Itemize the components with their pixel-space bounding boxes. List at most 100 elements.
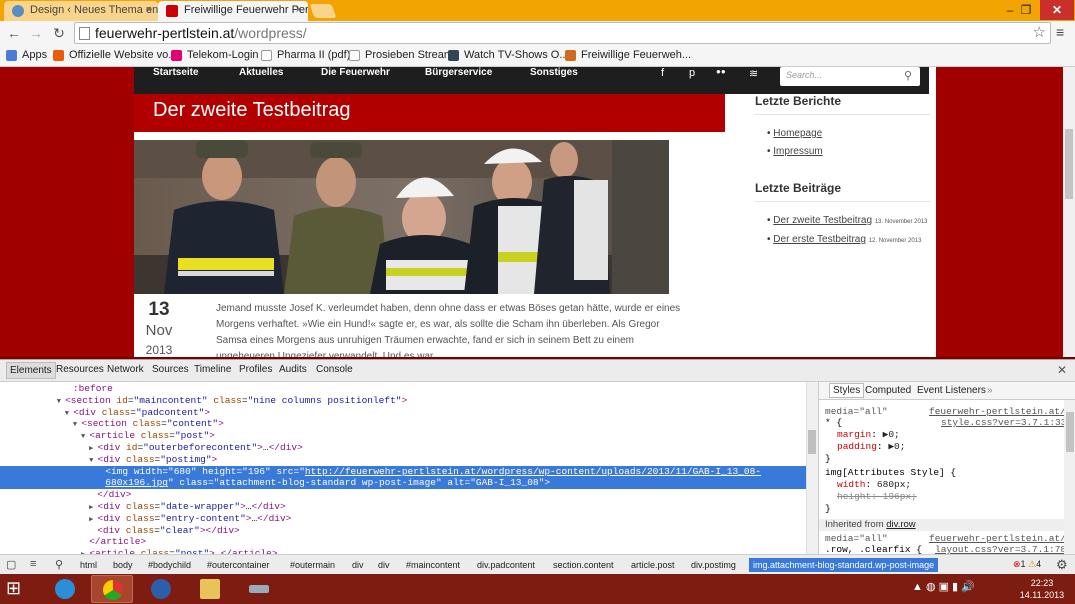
inspect-search-icon[interactable]: ⚲ <box>55 558 63 571</box>
facebook-icon[interactable]: f <box>661 67 664 79</box>
dom-scrollbar-thumb[interactable] <box>808 430 816 454</box>
breadcrumb-item[interactable]: article.post <box>631 560 675 570</box>
dom-node-selected[interactable]: <img width="680" height="196" src="http:… <box>0 465 806 478</box>
bookmark-apps[interactable]: Apps <box>6 49 47 61</box>
maximize-button[interactable]: ❐ <box>1013 0 1039 20</box>
css-property[interactable]: width: 680px; <box>837 479 911 491</box>
tab-computed[interactable]: Computed <box>865 385 911 396</box>
dom-scrollbar[interactable] <box>806 382 818 554</box>
nav-die-feuerwehr[interactable]: Die Feuerwehr <box>321 67 390 79</box>
system-tray[interactable]: ▲ ◍ ▣ ▮ 🔊 <box>912 580 975 593</box>
breadcrumb-item[interactable]: div <box>378 560 390 570</box>
rule-source-link[interactable]: feuerwehr-pertlstein.at/ <box>929 533 1066 544</box>
collapsed-triangle-icon[interactable]: ▶ <box>89 504 97 512</box>
rule-selector[interactable]: * { <box>825 417 842 429</box>
rule-source-link[interactable]: style.css?ver=3.7.1:33 <box>941 417 1066 428</box>
nav-buergerservice[interactable]: Bürgerservice <box>425 67 492 79</box>
reload-button[interactable]: ↻ <box>50 24 68 42</box>
link-post-2[interactable]: Der zweite Testbeitrag <box>773 215 872 226</box>
search-icon[interactable]: ⚲ <box>904 69 912 82</box>
inherited-target-link[interactable]: div.row <box>886 519 915 530</box>
tab-resources[interactable]: Resources <box>56 364 104 375</box>
settings-gear-icon[interactable]: ⚙ <box>1056 557 1068 573</box>
dom-node[interactable]: </article> <box>89 536 146 548</box>
bookmark-pharma[interactable]: Pharma II (pdf) <box>261 49 350 61</box>
site-search-input[interactable]: Search... ⚲ <box>780 67 920 86</box>
pinterest-icon[interactable]: p <box>689 67 695 79</box>
tab-console[interactable]: Console <box>316 364 353 375</box>
css-property[interactable]: padding: ▶0; <box>837 441 905 453</box>
new-tab-button[interactable] <box>309 4 337 18</box>
expand-triangle-icon[interactable]: ▼ <box>89 457 97 465</box>
console-drawer-icon[interactable]: ≡ <box>30 558 36 570</box>
chrome-menu-icon[interactable]: ≡ <box>1056 24 1064 40</box>
breadcrumb-item[interactable]: div <box>352 560 364 570</box>
dom-token[interactable]: 680x196.jpg <box>105 477 168 488</box>
tab-styles[interactable]: Styles <box>829 383 865 398</box>
link-impressum[interactable]: Impressum <box>773 146 822 157</box>
close-window-button[interactable]: ✕ <box>1040 0 1074 20</box>
taskbar-thunderbird[interactable] <box>140 575 182 603</box>
tab-audits[interactable]: Audits <box>279 364 307 375</box>
breadcrumb-item[interactable]: #bodychild <box>148 560 191 570</box>
post-image[interactable] <box>134 140 669 294</box>
dom-tree[interactable]: :before ▼ <section id="maincontent" class… <box>0 382 806 554</box>
devtools-close-icon[interactable]: ✕ <box>1057 363 1067 377</box>
rss-icon[interactable]: ≋ <box>749 67 758 80</box>
tab-close-icon[interactable]: × <box>296 4 302 16</box>
tab-network[interactable]: Network <box>107 364 144 375</box>
expand-triangle-icon[interactable]: ▼ <box>65 410 73 418</box>
breadcrumb-item[interactable]: body <box>113 560 133 570</box>
taskbar-ie[interactable] <box>44 575 86 603</box>
dom-node[interactable]: <div class="clear"></div> <box>97 525 240 537</box>
breadcrumb-item[interactable]: #maincontent <box>406 560 460 570</box>
nav-startseite[interactable]: Startseite <box>153 67 199 79</box>
collapsed-triangle-icon[interactable]: ▶ <box>89 516 97 524</box>
page-scrollbar[interactable] <box>1063 67 1075 357</box>
dom-node-selected[interactable]: 680x196.jpg" class="attachment-blog-stan… <box>0 477 806 490</box>
tab-design[interactable]: Design ‹ Neues Thema en… × <box>4 1 158 21</box>
clock[interactable]: 22:23 14.11.2013 <box>1018 577 1066 601</box>
tab-elements[interactable]: Elements <box>6 362 56 379</box>
bookmark-watch-tv[interactable]: Watch TV-Shows O... <box>448 49 569 61</box>
tab-close-icon[interactable]: × <box>146 4 152 16</box>
rule-selector[interactable]: img[Attributes Style] { <box>825 467 956 479</box>
dom-token[interactable]: http://feuerwehr-pertlstein.at/wordpress… <box>305 466 761 477</box>
dom-node[interactable]: </div> <box>97 489 131 501</box>
tab-profiles[interactable]: Profiles <box>239 364 272 375</box>
css-property-overridden[interactable]: height: 196px; <box>837 491 917 503</box>
back-button[interactable]: ← <box>5 24 23 42</box>
taskbar-app[interactable] <box>238 575 280 603</box>
breadcrumb-item[interactable]: div.padcontent <box>477 560 535 570</box>
breadcrumb-item[interactable]: #outermain <box>290 560 335 570</box>
more-tabs-icon[interactable]: » <box>987 385 993 396</box>
expand-triangle-icon[interactable]: ▼ <box>57 398 65 406</box>
css-property[interactable]: margin: ▶0; <box>837 429 900 441</box>
link-homepage[interactable]: Homepage <box>773 128 822 139</box>
nav-sonstiges[interactable]: Sonstiges <box>530 67 578 79</box>
page-scrollbar-thumb[interactable] <box>1065 129 1073 199</box>
dock-icon[interactable]: ▢ <box>6 558 16 571</box>
tab-timeline[interactable]: Timeline <box>194 364 231 375</box>
start-button[interactable]: ⊞ <box>6 578 30 604</box>
breadcrumb-item[interactable]: #outercontainer <box>207 560 270 570</box>
taskbar-chrome[interactable] <box>91 575 133 603</box>
rule-selector[interactable]: .row, .clearfix { <box>825 544 922 554</box>
bookmark-offizielle-website[interactable]: Offizielle Website vo... <box>53 49 177 61</box>
rule-source-link[interactable]: feuerwehr-pertlstein.at/ <box>929 406 1066 417</box>
collapsed-triangle-icon[interactable]: ▶ <box>89 445 97 453</box>
forward-button[interactable]: → <box>27 24 45 42</box>
bookmark-star-icon[interactable]: ☆ <box>1033 23 1046 43</box>
nav-aktuelles[interactable]: Aktuelles <box>239 67 283 79</box>
tab-feuerwehr[interactable]: Freiwillige Feuerwehr Pert… × <box>158 1 308 21</box>
link-post-1[interactable]: Der erste Testbeitrag <box>773 234 866 245</box>
bookmark-prosieben[interactable]: Prosieben Stream <box>349 49 453 61</box>
breadcrumb-item[interactable]: html <box>80 560 97 570</box>
breadcrumb-item-selected[interactable]: img.attachment-blog-standard.wp-post-ima… <box>749 558 939 572</box>
address-bar[interactable]: feuerwehr-pertlstein.at/wordpress/ ☆ <box>74 22 1051 44</box>
taskbar-explorer[interactable] <box>189 575 231 603</box>
dom-node[interactable]: :before <box>73 383 113 395</box>
bookmark-feuerwehr[interactable]: Freiwillige Feuerweh... <box>565 49 691 61</box>
breadcrumb-item[interactable]: section.content <box>553 560 614 570</box>
bookmark-telekom[interactable]: Telekom-Login <box>171 49 259 61</box>
